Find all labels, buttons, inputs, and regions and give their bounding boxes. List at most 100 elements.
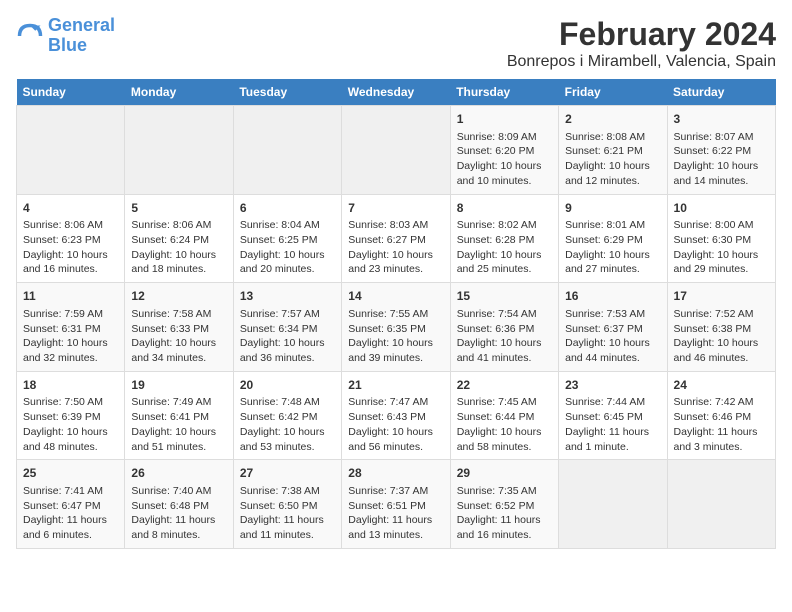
day-number: 11 — [23, 288, 118, 305]
calendar-cell: 28 Sunrise: 7:37 AM Sunset: 6:51 PM Dayli… — [342, 460, 450, 549]
day-info: Sunrise: 7:37 AM Sunset: 6:51 PM Dayligh… — [348, 484, 443, 543]
calendar-week-4: 18Sunrise: 7:50 AM Sunset: 6:39 PM Dayli… — [17, 371, 776, 460]
calendar-cell: 8Sunrise: 8:02 AM Sunset: 6:28 PM Daylig… — [450, 194, 558, 283]
calendar-week-3: 11 Sunrise: 7:59 AM Sunset: 6:31 PM Dayli… — [17, 283, 776, 372]
weekday-header-saturday: Saturday — [667, 79, 775, 106]
day-info: Sunrise: 8:07 AM Sunset: 6:22 PM Dayligh… — [674, 130, 769, 189]
day-number: 20 — [240, 377, 335, 394]
logo-text: General Blue — [48, 16, 115, 56]
day-number: 26 — [131, 465, 226, 482]
day-info: Sunrise: 7:40 AM Sunset: 6:48 PM Dayligh… — [131, 484, 226, 543]
day-number: 13 — [240, 288, 335, 305]
day-info: Sunrise: 8:06 AM Sunset: 6:23 PM Dayligh… — [23, 218, 118, 277]
calendar-week-2: 4Sunrise: 8:06 AM Sunset: 6:23 PM Daylig… — [17, 194, 776, 283]
calendar-cell: 19Sunrise: 7:49 AM Sunset: 6:41 PM Dayli… — [125, 371, 233, 460]
day-number: 18 — [23, 377, 118, 394]
calendar-cell: 1 Sunrise: 8:09 AM Sunset: 6:20 PM Daylig… — [450, 106, 558, 195]
day-info: Sunrise: 7:53 AM Sunset: 6:37 PM Dayligh… — [565, 307, 660, 366]
day-info: Sunrise: 7:47 AM Sunset: 6:43 PM Dayligh… — [348, 395, 443, 454]
day-number: 21 — [348, 377, 443, 394]
day-number: 5 — [131, 200, 226, 217]
weekday-header-monday: Monday — [125, 79, 233, 106]
calendar-cell: 7Sunrise: 8:03 AM Sunset: 6:27 PM Daylig… — [342, 194, 450, 283]
day-number: 23 — [565, 377, 660, 394]
weekday-header-sunday: Sunday — [17, 79, 125, 106]
calendar-cell: 23Sunrise: 7:44 AM Sunset: 6:45 PM Dayli… — [559, 371, 667, 460]
calendar-cell: 18Sunrise: 7:50 AM Sunset: 6:39 PM Dayli… — [17, 371, 125, 460]
logo: General Blue — [16, 16, 115, 56]
calendar-cell — [125, 106, 233, 195]
calendar-week-5: 25 Sunrise: 7:41 AM Sunset: 6:47 PM Dayli… — [17, 460, 776, 549]
day-number: 15 — [457, 288, 552, 305]
calendar-cell: 14 Sunrise: 7:55 AM Sunset: 6:35 PM Dayli… — [342, 283, 450, 372]
day-info: Sunrise: 7:52 AM Sunset: 6:38 PM Dayligh… — [674, 307, 769, 366]
calendar-cell: 13 Sunrise: 7:57 AM Sunset: 6:34 PM Dayli… — [233, 283, 341, 372]
calendar-cell: 17 Sunrise: 7:52 AM Sunset: 6:38 PM Dayli… — [667, 283, 775, 372]
calendar-cell: 24Sunrise: 7:42 AM Sunset: 6:46 PM Dayli… — [667, 371, 775, 460]
day-info: Sunrise: 8:02 AM Sunset: 6:28 PM Dayligh… — [457, 218, 552, 277]
day-number: 25 — [23, 465, 118, 482]
day-number: 14 — [348, 288, 443, 305]
day-info: Sunrise: 7:55 AM Sunset: 6:35 PM Dayligh… — [348, 307, 443, 366]
calendar-header-row: SundayMondayTuesdayWednesdayThursdayFrid… — [17, 79, 776, 106]
day-number: 7 — [348, 200, 443, 217]
day-number: 10 — [674, 200, 769, 217]
day-info: Sunrise: 8:09 AM Sunset: 6:20 PM Dayligh… — [457, 130, 552, 189]
weekday-header-friday: Friday — [559, 79, 667, 106]
day-info: Sunrise: 7:49 AM Sunset: 6:41 PM Dayligh… — [131, 395, 226, 454]
day-number: 6 — [240, 200, 335, 217]
day-info: Sunrise: 7:50 AM Sunset: 6:39 PM Dayligh… — [23, 395, 118, 454]
logo-icon — [16, 22, 44, 50]
day-number: 1 — [457, 111, 552, 128]
day-number: 27 — [240, 465, 335, 482]
calendar-cell — [342, 106, 450, 195]
calendar-cell: 3Sunrise: 8:07 AM Sunset: 6:22 PM Daylig… — [667, 106, 775, 195]
day-info: Sunrise: 8:08 AM Sunset: 6:21 PM Dayligh… — [565, 130, 660, 189]
calendar-cell: 4Sunrise: 8:06 AM Sunset: 6:23 PM Daylig… — [17, 194, 125, 283]
calendar-cell: 6Sunrise: 8:04 AM Sunset: 6:25 PM Daylig… — [233, 194, 341, 283]
day-info: Sunrise: 7:59 AM Sunset: 6:31 PM Dayligh… — [23, 307, 118, 366]
calendar-title: February 2024 — [507, 16, 776, 53]
day-info: Sunrise: 7:44 AM Sunset: 6:45 PM Dayligh… — [565, 395, 660, 454]
calendar-cell — [667, 460, 775, 549]
day-info: Sunrise: 7:41 AM Sunset: 6:47 PM Dayligh… — [23, 484, 118, 543]
day-info: Sunrise: 8:06 AM Sunset: 6:24 PM Dayligh… — [131, 218, 226, 277]
day-info: Sunrise: 8:00 AM Sunset: 6:30 PM Dayligh… — [674, 218, 769, 277]
weekday-header-thursday: Thursday — [450, 79, 558, 106]
weekday-header-wednesday: Wednesday — [342, 79, 450, 106]
day-number: 17 — [674, 288, 769, 305]
calendar-cell: 27 Sunrise: 7:38 AM Sunset: 6:50 PM Dayli… — [233, 460, 341, 549]
day-info: Sunrise: 7:38 AM Sunset: 6:50 PM Dayligh… — [240, 484, 335, 543]
calendar-cell: 29 Sunrise: 7:35 AM Sunset: 6:52 PM Dayli… — [450, 460, 558, 549]
calendar-week-1: 1 Sunrise: 8:09 AM Sunset: 6:20 PM Daylig… — [17, 106, 776, 195]
calendar-cell: 26 Sunrise: 7:40 AM Sunset: 6:48 PM Dayli… — [125, 460, 233, 549]
day-number: 29 — [457, 465, 552, 482]
day-number: 9 — [565, 200, 660, 217]
day-number: 16 — [565, 288, 660, 305]
page-header: General Blue February 2024 Bonrepos i Mi… — [16, 16, 776, 71]
calendar-cell: 25 Sunrise: 7:41 AM Sunset: 6:47 PM Dayli… — [17, 460, 125, 549]
calendar-cell: 5Sunrise: 8:06 AM Sunset: 6:24 PM Daylig… — [125, 194, 233, 283]
day-number: 4 — [23, 200, 118, 217]
day-info: Sunrise: 7:42 AM Sunset: 6:46 PM Dayligh… — [674, 395, 769, 454]
calendar-subtitle: Bonrepos i Mirambell, Valencia, Spain — [507, 53, 776, 71]
day-info: Sunrise: 7:35 AM Sunset: 6:52 PM Dayligh… — [457, 484, 552, 543]
title-block: February 2024 Bonrepos i Mirambell, Vale… — [507, 16, 776, 71]
calendar-cell: 16 Sunrise: 7:53 AM Sunset: 6:37 PM Dayli… — [559, 283, 667, 372]
day-number: 28 — [348, 465, 443, 482]
calendar-cell: 21Sunrise: 7:47 AM Sunset: 6:43 PM Dayli… — [342, 371, 450, 460]
day-info: Sunrise: 8:01 AM Sunset: 6:29 PM Dayligh… — [565, 218, 660, 277]
calendar-table: SundayMondayTuesdayWednesdayThursdayFrid… — [16, 79, 776, 549]
calendar-cell — [17, 106, 125, 195]
day-number: 24 — [674, 377, 769, 394]
day-info: Sunrise: 7:54 AM Sunset: 6:36 PM Dayligh… — [457, 307, 552, 366]
calendar-cell: 11 Sunrise: 7:59 AM Sunset: 6:31 PM Dayli… — [17, 283, 125, 372]
day-info: Sunrise: 8:03 AM Sunset: 6:27 PM Dayligh… — [348, 218, 443, 277]
calendar-cell: 20Sunrise: 7:48 AM Sunset: 6:42 PM Dayli… — [233, 371, 341, 460]
day-info: Sunrise: 7:45 AM Sunset: 6:44 PM Dayligh… — [457, 395, 552, 454]
day-number: 2 — [565, 111, 660, 128]
day-number: 8 — [457, 200, 552, 217]
day-number: 19 — [131, 377, 226, 394]
day-info: Sunrise: 7:57 AM Sunset: 6:34 PM Dayligh… — [240, 307, 335, 366]
calendar-cell — [559, 460, 667, 549]
